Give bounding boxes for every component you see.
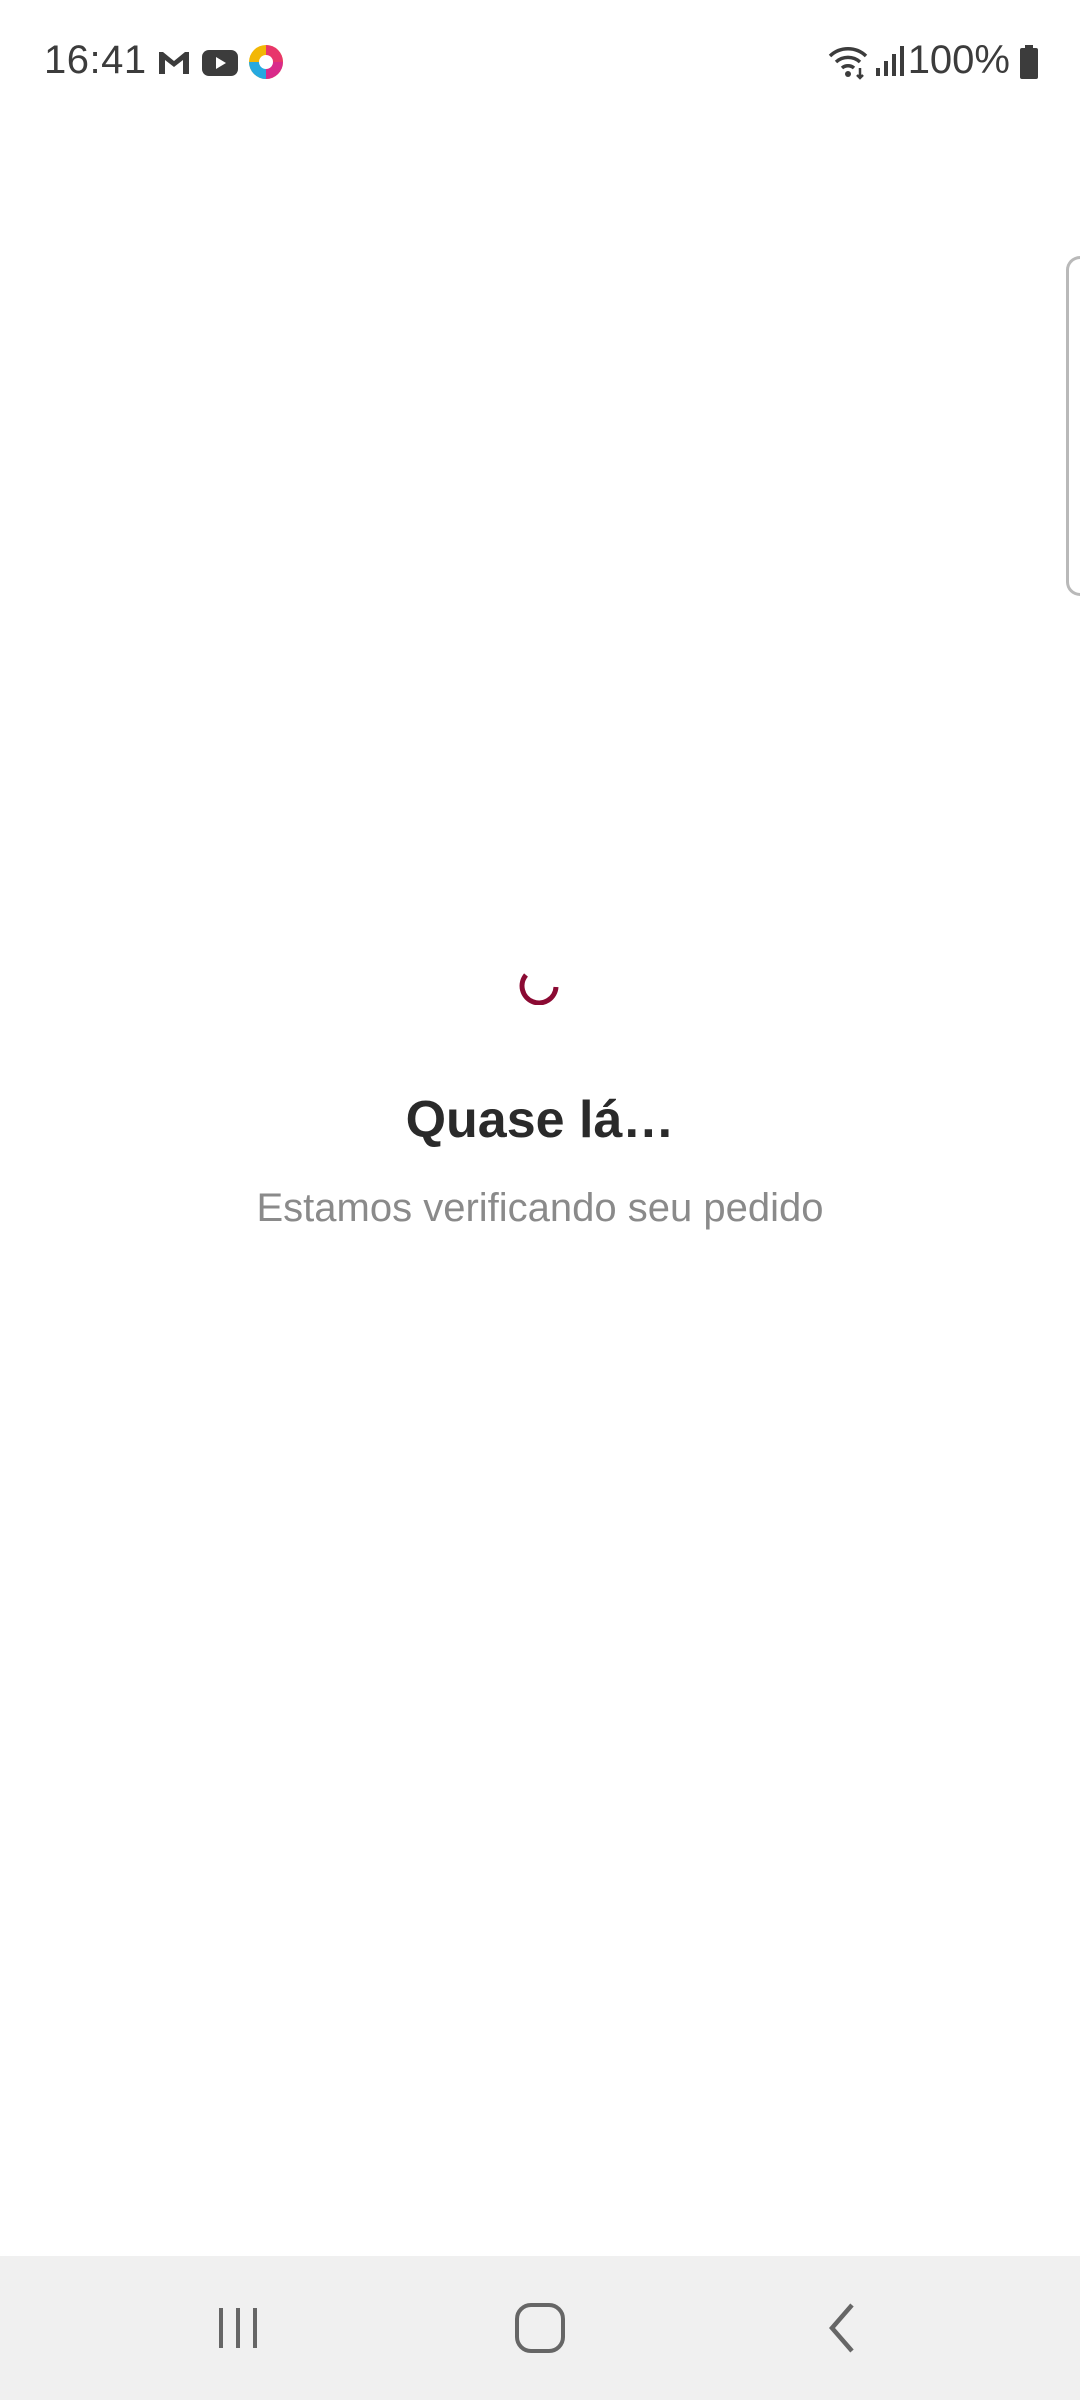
home-icon xyxy=(515,2303,565,2353)
back-icon xyxy=(829,2303,854,2353)
signal-icon xyxy=(874,44,906,80)
recent-apps-button[interactable] xyxy=(138,2256,338,2400)
navigation-bar xyxy=(0,2256,1080,2400)
loading-title: Quase lá… xyxy=(405,1091,675,1149)
screen: 16:41 100% Quase lá… Estamos verificando… xyxy=(0,0,1080,2400)
loading-spinner-icon xyxy=(519,973,559,1005)
edge-panel-handle[interactable] xyxy=(1066,256,1080,596)
gmail-icon xyxy=(156,44,192,80)
home-button[interactable] xyxy=(440,2256,640,2400)
battery-icon xyxy=(1018,44,1040,80)
app-circle-icon xyxy=(246,42,286,79)
status-time: 16:41 xyxy=(44,38,147,82)
battery-percent: 100% xyxy=(907,38,1010,82)
recent-apps-icon xyxy=(219,2308,257,2348)
wifi-icon xyxy=(826,42,870,80)
loading-subtitle: Estamos verificando seu pedido xyxy=(256,1186,824,1230)
youtube-icon xyxy=(200,44,240,80)
status-bar: 16:41 100% xyxy=(0,0,1080,126)
back-button[interactable] xyxy=(742,2256,942,2400)
